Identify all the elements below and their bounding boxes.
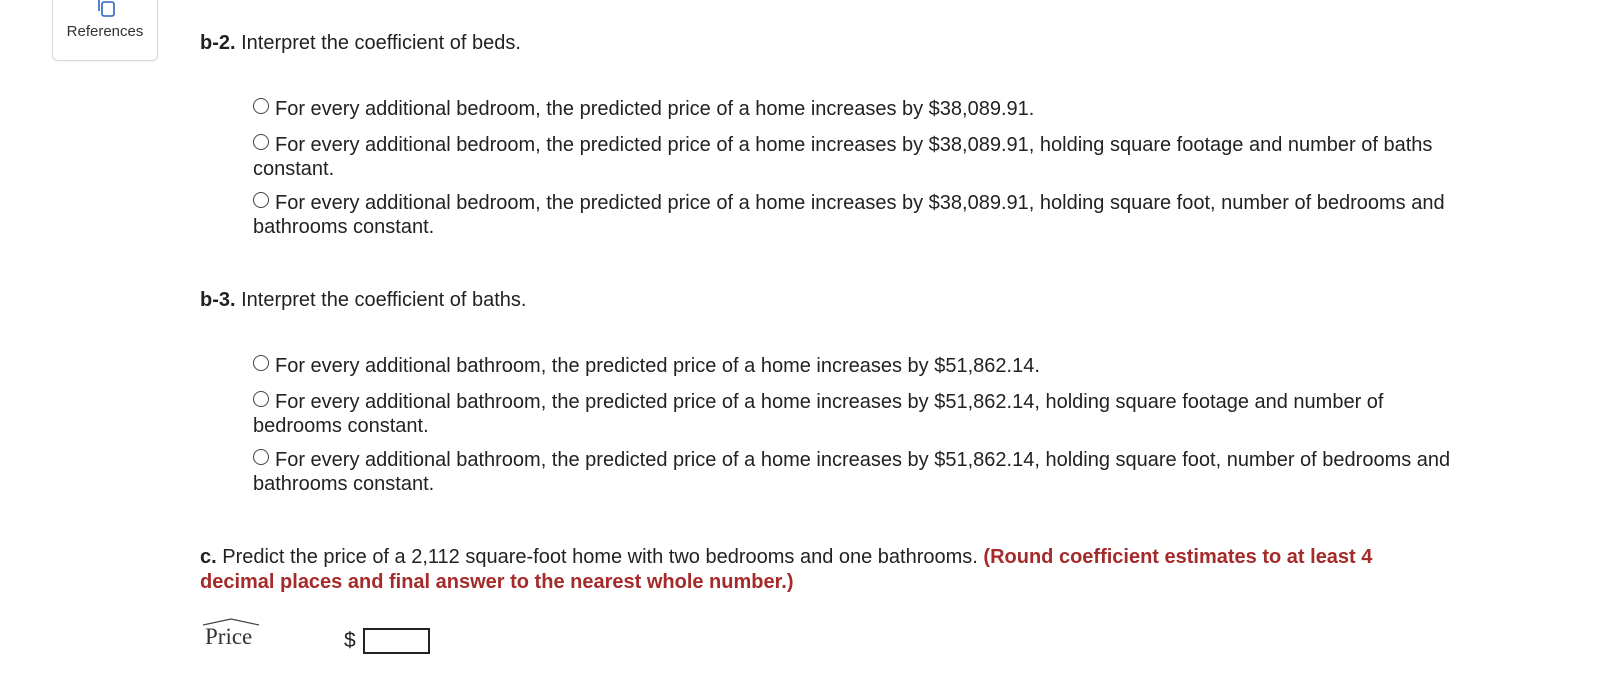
b3-option-3-text: For every additional bathroom, the predi…	[253, 449, 1451, 495]
price-label: Price	[205, 624, 253, 649]
b3-option-2-text: For every additional bathroom, the predi…	[253, 391, 1384, 437]
b3-option-3[interactable]: For every additional bathroom, the predi…	[253, 448, 1463, 496]
b3-option-1-text: For every additional bathroom, the predi…	[275, 355, 1040, 377]
price-answer-input[interactable]	[363, 628, 430, 654]
question-c-prompt: Predict the price of a 2,112 square-foot…	[216, 546, 984, 568]
currency-symbol: $	[344, 629, 356, 652]
radio-button[interactable]	[253, 449, 269, 465]
references-label: References	[66, 23, 144, 40]
radio-button[interactable]	[253, 355, 269, 371]
radio-button[interactable]	[253, 192, 269, 208]
radio-button[interactable]	[253, 134, 269, 150]
b2-option-1-text: For every additional bedroom, the predic…	[275, 98, 1035, 120]
radio-button[interactable]	[253, 98, 269, 114]
question-b3: b-3. Interpret the coefficient of baths.	[200, 288, 526, 312]
b2-option-3-text: For every additional bedroom, the predic…	[253, 192, 1445, 238]
question-c-number: c.	[200, 546, 217, 568]
question-c: c. Predict the price of a 2,112 square-f…	[200, 545, 1430, 595]
question-b2: b-2. Interpret the coefficient of beds.	[200, 31, 521, 55]
b2-option-2-text: For every additional bedroom, the predic…	[253, 134, 1433, 180]
question-b2-prompt: Interpret the coefficient of beds.	[235, 32, 521, 54]
references-button[interactable]: References	[52, 0, 158, 61]
question-b3-number: b-3.	[200, 289, 236, 311]
radio-button[interactable]	[253, 391, 269, 407]
b3-option-1[interactable]: For every additional bathroom, the predi…	[253, 354, 1040, 378]
b3-option-2[interactable]: For every additional bathroom, the predi…	[253, 390, 1463, 438]
references-icon	[98, 0, 115, 17]
b2-option-1[interactable]: For every additional bedroom, the predic…	[253, 97, 1034, 121]
question-b2-number: b-2.	[200, 32, 236, 54]
b2-option-2[interactable]: For every additional bedroom, the predic…	[253, 133, 1463, 181]
b2-option-3[interactable]: For every additional bedroom, the predic…	[253, 191, 1463, 239]
question-b3-prompt: Interpret the coefficient of baths.	[235, 289, 527, 311]
